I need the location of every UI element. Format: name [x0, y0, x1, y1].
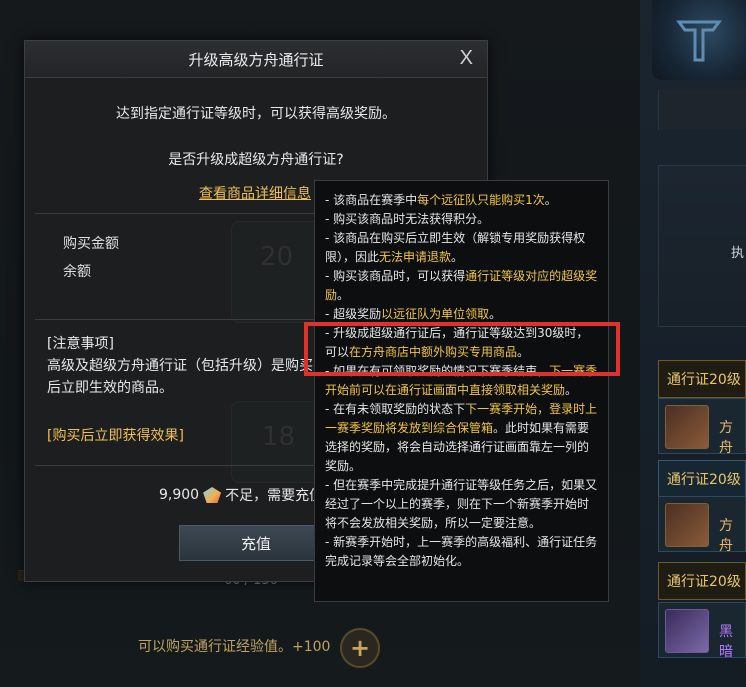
- cost-amount: 9,900: [159, 487, 200, 503]
- tooltip-text: 。: [544, 193, 557, 207]
- pass-emblem-icon: [652, 0, 746, 80]
- right-panel-box[interactable]: 执: [658, 165, 746, 327]
- charge-button[interactable]: 充值: [179, 525, 333, 561]
- tooltip-text: - 但在赛季中完成提升通行证等级任务之后，如果又经过了一个以上的赛季，则在下一个…: [325, 478, 598, 530]
- tooltip-item: - 在有未领取奖励的状态下下一赛季开始，登录时上一赛季奖励将发放到综合保管箱。此…: [325, 400, 600, 476]
- pass-level-row[interactable]: 通行证20级: [658, 360, 746, 398]
- tooltip-item: - 但在赛季中完成提升通行证等级任务之后，如果又经过了一个以上的赛季，则在下一个…: [325, 476, 600, 533]
- crystal-icon: [203, 487, 222, 503]
- tooltip-item: - 该商品在赛季中每个远征队只能购买1次。: [325, 191, 600, 210]
- ghost-level-badge: 18: [231, 401, 323, 483]
- tooltip-text: - 购买该商品时，可以获得: [325, 269, 466, 283]
- tooltip-item: - 该商品在购买后立即生效（解锁专用奖励获得权限），因此无法申请退款。: [325, 229, 600, 267]
- reward-item[interactable]: 黑暗: [658, 602, 746, 660]
- ghost-level-number: 20: [260, 242, 294, 272]
- reward-item-label: 方舟: [719, 518, 733, 554]
- close-icon[interactable]: X: [460, 47, 473, 70]
- product-detail-link[interactable]: 查看商品详细信息: [199, 183, 311, 203]
- tooltip-item: - 购买该商品时，可以获得通行证等级对应的超级奖励。: [325, 267, 600, 305]
- tooltip-item: - 购买该商品时无法获得积分。: [325, 210, 600, 229]
- tooltip-text: - 该商品在赛季中: [325, 193, 418, 207]
- right-panel-strip: [658, 90, 746, 130]
- tooltip-text: - 新赛季开始时，上一赛季的高级福利、通行证任务完成记录等会全部初始化。: [325, 535, 598, 568]
- tooltip-text: 每个远征队只能购买1次: [417, 193, 545, 207]
- tooltip-item: - 新赛季开始时，上一赛季的高级福利、通行证任务完成记录等会全部初始化。: [325, 533, 600, 571]
- tooltip-text: - 在有未领取奖励的状态下: [325, 402, 466, 416]
- reward-item[interactable]: 方舟: [658, 398, 746, 456]
- right-box-text: 执: [731, 246, 745, 261]
- tooltip-text: 以远征队为单位领取: [381, 307, 490, 321]
- notice-body-text: 高级及超级方舟通行证（包括升级）是购买后立即生效的商品。: [47, 358, 313, 396]
- chest-icon: [665, 405, 709, 449]
- cost-suffix: 不足，需要充值: [225, 488, 324, 504]
- tooltip-text: 无法申请退款: [379, 250, 452, 264]
- buy-exp-info: 可以购买通行证经验值。+100: [138, 639, 331, 655]
- pass-level-label: 通行证20级: [667, 372, 741, 388]
- notice-effect: [购买后立即获得效果]: [47, 428, 184, 444]
- dialog-title: 升级高级方舟通行证: [188, 50, 324, 69]
- notice-header: [注意事项]: [47, 336, 114, 352]
- notice-body: 高级及超级方舟通行证（包括升级）是购买后立即生效的商品。: [47, 355, 317, 399]
- ghost-level-badge: 20: [231, 221, 323, 323]
- pass-level-row[interactable]: 通行证20级: [658, 460, 746, 498]
- reward-item[interactable]: 方舟: [658, 496, 746, 554]
- tooltip-text: - 购买该商品时无法获得积分。: [325, 212, 490, 226]
- dialog-question: 是否升级成超级方舟通行证?: [168, 152, 344, 168]
- tooltip-text: - 超级奖励: [325, 307, 382, 321]
- chest-icon: [665, 503, 709, 547]
- highlight-box: [304, 322, 620, 376]
- ghost-level-number: 18: [262, 422, 296, 452]
- purchase-amount-label: 购买金额: [63, 236, 119, 252]
- tooltip-text: 。: [489, 307, 502, 321]
- reward-item-label: 方舟: [719, 420, 733, 456]
- tooltip-text: 。: [337, 288, 350, 302]
- pass-level-label: 通行证20级: [667, 574, 741, 590]
- pass-level-row[interactable]: 通行证20级: [658, 562, 746, 600]
- balance-label: 余额: [63, 264, 91, 280]
- tooltip-text: 。: [451, 250, 464, 264]
- pass-level-label: 通行证20级: [667, 472, 741, 488]
- buy-exp-plus-button[interactable]: +: [340, 628, 380, 668]
- reward-item-label: 黑暗: [719, 624, 733, 660]
- product-detail-tooltip: - 该商品在赛季中每个远征队只能购买1次。 - 购买该商品时无法获得积分。 - 该商…: [314, 180, 609, 602]
- dialog-title-bar: 升级高级方舟通行证 X: [25, 41, 487, 78]
- cost-row: 9,900 不足，需要充值: [159, 485, 323, 505]
- chest-icon: [665, 609, 709, 653]
- dialog-description: 达到指定通行证等级时，可以获得高级奖励。: [116, 106, 396, 122]
- tooltip-text: 。: [565, 383, 578, 397]
